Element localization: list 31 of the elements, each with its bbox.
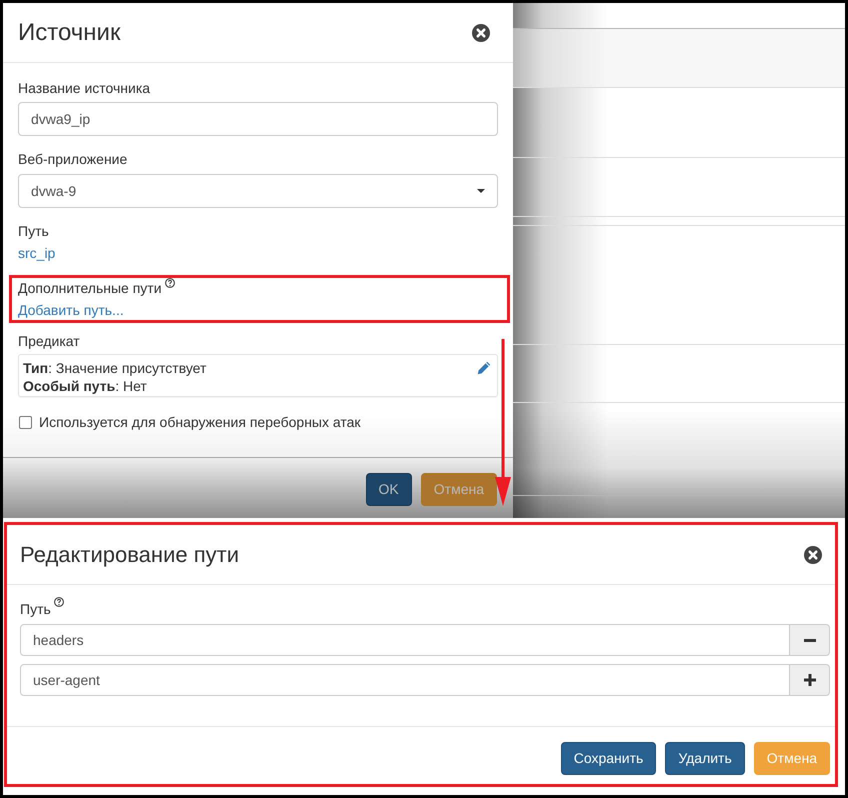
remove-segment-button[interactable] bbox=[790, 624, 830, 656]
dialog-title: Редактирование пути bbox=[20, 542, 239, 568]
close-icon[interactable] bbox=[472, 24, 490, 42]
path-link[interactable]: src_ip bbox=[18, 243, 56, 263]
help-icon[interactable] bbox=[164, 278, 175, 288]
add-segment-button[interactable] bbox=[790, 664, 830, 696]
dialog-button[interactable]: Сохранить bbox=[560, 742, 656, 775]
dialog-title: Источник bbox=[18, 18, 120, 46]
caret-icon bbox=[477, 189, 485, 193]
path-segment-input[interactable]: headers bbox=[20, 624, 790, 656]
predicate-text: Тип: Значение присутствует bbox=[23, 359, 206, 377]
field-label: Дополнительные пути bbox=[18, 279, 162, 298]
dialog-button[interactable]: Удалить bbox=[665, 742, 745, 775]
minus-icon bbox=[804, 638, 816, 642]
field-label: Предикат bbox=[18, 332, 80, 351]
name-input[interactable]: dvwa9_ip bbox=[18, 102, 498, 136]
checkbox-label: Используется для обнаружения переборных атак bbox=[39, 413, 361, 432]
plus-icon bbox=[804, 674, 816, 686]
field-label: Путь bbox=[18, 222, 49, 241]
add-path-link[interactable]: Добавить путь... bbox=[18, 300, 124, 320]
predicate-text: Особый путь: Нет bbox=[23, 377, 148, 395]
path-segment-input[interactable]: user-agent bbox=[20, 664, 790, 696]
checkbox[interactable] bbox=[19, 416, 32, 428]
field-label: Веб-приложение bbox=[18, 150, 128, 169]
pencil-icon[interactable] bbox=[477, 361, 491, 375]
field-label: Название источника bbox=[18, 79, 150, 98]
app-select[interactable]: dvwa-9 bbox=[18, 174, 498, 208]
dialog-button[interactable]: OK bbox=[366, 473, 412, 506]
help-icon[interactable] bbox=[54, 597, 64, 607]
field-label: Путь bbox=[20, 600, 51, 619]
close-icon[interactable] bbox=[804, 546, 822, 564]
